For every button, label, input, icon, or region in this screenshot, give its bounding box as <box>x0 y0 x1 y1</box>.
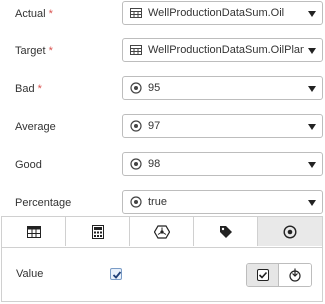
checkbox-mode-button[interactable] <box>247 264 279 286</box>
field-row-bad: Bad * 95 <box>0 76 325 102</box>
checkmark-icon <box>112 271 122 279</box>
value-source-panel: Value <box>1 216 323 302</box>
tab-calculator[interactable] <box>66 217 130 246</box>
bad-select[interactable]: 95 <box>122 76 323 100</box>
field-row-target: Target * WellProductionDataSum.OilPlanr <box>0 38 325 64</box>
value-label: Value <box>16 268 44 280</box>
tab-network[interactable] <box>130 217 194 246</box>
checkbox-mode-icon <box>256 269 269 281</box>
tag-icon <box>219 225 232 238</box>
constant-icon <box>130 158 142 170</box>
percentage-value: true <box>148 196 167 208</box>
target-value: WellProductionDataSum.OilPlanr <box>148 44 304 56</box>
good-value: 98 <box>148 158 161 170</box>
chevron-down-icon <box>308 11 316 17</box>
actual-value: WellProductionDataSum.Oil <box>148 7 285 19</box>
table-icon <box>26 225 41 238</box>
field-row-average: Average 97 <box>0 114 325 140</box>
field-label-target: Target * <box>15 45 53 57</box>
average-value: 97 <box>148 120 161 132</box>
field-row-good: Good 98 <box>0 152 325 178</box>
mode-toggle <box>246 263 312 287</box>
constant-icon <box>130 82 142 94</box>
field-row-percentage: Percentage true <box>0 190 325 216</box>
field-label-bad: Bad * <box>15 83 42 95</box>
network-icon <box>153 224 170 239</box>
value-checkbox[interactable] <box>110 268 122 280</box>
good-select[interactable]: 98 <box>122 152 323 176</box>
required-marker: * <box>37 83 42 95</box>
table-icon <box>130 45 142 55</box>
field-row-actual: Actual * WellProductionDataSum.Oil <box>0 1 325 27</box>
actual-select[interactable]: WellProductionDataSum.Oil <box>122 1 323 25</box>
field-label-good: Good <box>15 159 42 171</box>
tab-tag[interactable] <box>194 217 258 246</box>
expression-mode-icon <box>289 268 301 282</box>
chevron-down-icon <box>308 86 316 92</box>
constant-icon <box>130 196 142 208</box>
tab-table[interactable] <box>2 217 66 246</box>
constant-icon <box>130 120 142 132</box>
constant-icon <box>283 224 297 239</box>
target-select[interactable]: WellProductionDataSum.OilPlanr <box>122 38 323 62</box>
table-icon <box>130 8 142 18</box>
percentage-select[interactable]: true <box>122 190 323 214</box>
field-label-actual: Actual * <box>15 8 53 20</box>
source-tabs <box>2 217 322 248</box>
chevron-down-icon <box>308 200 316 206</box>
average-select[interactable]: 97 <box>122 114 323 138</box>
required-marker: * <box>48 8 53 20</box>
chevron-down-icon <box>308 162 316 168</box>
bad-value: 95 <box>148 82 161 94</box>
field-label-average: Average <box>15 121 56 133</box>
tab-constant[interactable] <box>258 217 322 246</box>
required-marker: * <box>48 45 53 57</box>
chevron-down-icon <box>308 124 316 130</box>
chevron-down-icon <box>308 48 316 54</box>
expression-mode-button[interactable] <box>279 264 311 286</box>
calculator-icon <box>91 224 104 239</box>
field-label-percentage: Percentage <box>15 197 72 209</box>
